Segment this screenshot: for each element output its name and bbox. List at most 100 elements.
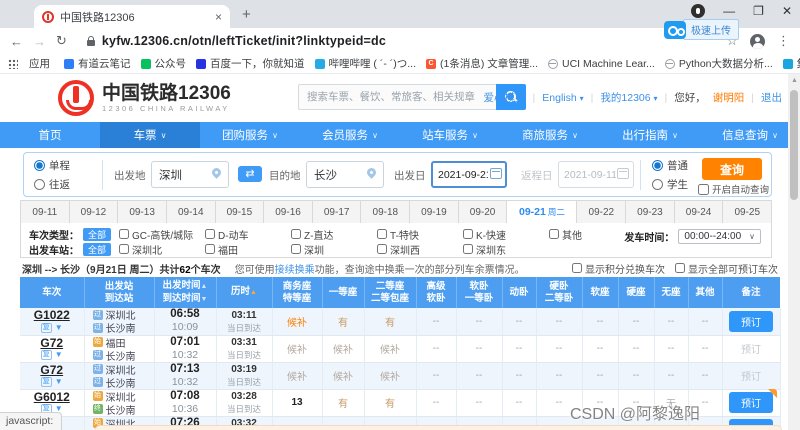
new-tab-button[interactable]: + xyxy=(242,6,251,23)
trip-round-input[interactable] xyxy=(34,179,45,190)
sort-desc-icon[interactable]: ▼ xyxy=(201,296,208,303)
auto-query-checkbox[interactable]: 开启自动查询 xyxy=(698,182,769,196)
care-mode-link[interactable]: 爱心模式 xyxy=(484,90,526,105)
apps-grid-icon[interactable] xyxy=(8,59,18,69)
nav-item-团购服务[interactable]: 团购服务∨ xyxy=(200,122,300,148)
train-type-input[interactable] xyxy=(119,229,129,239)
station-input[interactable] xyxy=(463,244,473,254)
bookmark-item[interactable]: C(1条消息) 文章管理... xyxy=(421,56,543,71)
train-type-checkbox[interactable]: K-快速 xyxy=(463,227,549,242)
language-link[interactable]: English ▾ xyxy=(542,92,583,104)
sort-asc-icon[interactable]: ▲ xyxy=(250,289,257,296)
station-checkbox[interactable]: 深圳西 xyxy=(377,242,463,257)
station-input[interactable] xyxy=(205,244,215,254)
date-tab-09-21[interactable]: 09-21周二 xyxy=(507,200,577,224)
window-close-button[interactable]: ✕ xyxy=(782,4,792,18)
date-tab-09-22[interactable]: 09-22 xyxy=(577,200,626,224)
date-tab-09-11[interactable]: 09-11 xyxy=(20,200,70,224)
train-number-link[interactable]: G1022 xyxy=(20,309,84,322)
date-tab-09-25[interactable]: 09-25 xyxy=(723,200,772,224)
student-radio[interactable]: 学生 xyxy=(652,175,688,194)
book-button[interactable]: 预订 xyxy=(729,392,773,413)
url-omnibox[interactable]: kyfw.12306.cn/otn/leftTicket/init?linkty… xyxy=(77,31,716,51)
apps-label[interactable]: 应用 xyxy=(24,56,55,71)
bookmark-item[interactable]: 哔哩哔哩 ( ´- ´)つ... xyxy=(310,56,422,71)
nav-item-首页[interactable]: 首页 xyxy=(0,122,100,148)
trip-single-radio[interactable]: 单程 xyxy=(34,156,70,175)
normal-radio[interactable]: 普通 xyxy=(652,156,688,175)
train-type-input[interactable] xyxy=(549,229,559,239)
train-type-checkbox[interactable]: D-动车 xyxy=(205,227,291,242)
calendar-icon[interactable] xyxy=(490,168,502,179)
train-type-input[interactable] xyxy=(377,229,387,239)
train-type-checkbox[interactable]: 其他 xyxy=(549,227,635,242)
forward-icon[interactable]: → xyxy=(33,34,46,49)
date-tab-09-14[interactable]: 09-14 xyxy=(167,200,216,224)
train-type-all-badge[interactable]: 全部 xyxy=(83,228,111,241)
date-tab-09-17[interactable]: 09-17 xyxy=(313,200,362,224)
show-all-checkbox[interactable]: 显示全部可预订车次 xyxy=(675,261,778,276)
reload-icon[interactable]: ↻ xyxy=(56,33,67,49)
bookmark-item[interactable]: 百度一下，你就知道 xyxy=(191,56,310,71)
train-number-link[interactable]: G72 xyxy=(20,364,84,377)
station-checkbox[interactable]: 深圳北 xyxy=(119,242,205,257)
train-type-input[interactable] xyxy=(205,229,215,239)
station-checkbox[interactable]: 深圳 xyxy=(291,242,377,257)
date-tab-09-18[interactable]: 09-18 xyxy=(361,200,410,224)
transfer-link[interactable]: 接续换乘 xyxy=(275,265,315,276)
browser-tab[interactable]: 中国铁路12306 × xyxy=(34,5,230,28)
nav-item-信息查询[interactable]: 信息查询∨ xyxy=(700,122,800,148)
points-exchange-input[interactable] xyxy=(572,263,582,273)
swap-cities-button[interactable]: ⇄ xyxy=(238,166,262,182)
bookmark-item[interactable]: Python大数据分析... xyxy=(660,56,778,71)
bookmark-item[interactable]: UCI Machine Lear... xyxy=(543,58,660,70)
points-exchange-checkbox[interactable]: 显示积分兑换车次 xyxy=(572,261,665,276)
netdisk-extension-icon[interactable] xyxy=(664,21,686,39)
nav-item-车票[interactable]: 车票∨ xyxy=(100,122,200,148)
station-checkbox[interactable]: 深圳东 xyxy=(463,242,549,257)
show-all-input[interactable] xyxy=(675,263,685,273)
scrollbar-thumb[interactable] xyxy=(790,90,798,200)
sort-asc-icon[interactable]: ▲ xyxy=(201,283,208,290)
station-input[interactable] xyxy=(119,244,129,254)
auto-query-input[interactable] xyxy=(698,184,709,195)
scroll-up-icon[interactable]: ▲ xyxy=(791,77,798,84)
page-url[interactable]: kyfw.12306.cn/otn/leftTicket/init?linkty… xyxy=(102,34,386,48)
nav-item-站车服务[interactable]: 站车服务∨ xyxy=(400,122,500,148)
train-type-input[interactable] xyxy=(291,229,301,239)
station-input[interactable] xyxy=(377,244,387,254)
bookmark-item[interactable]: 集成学习：XGBoo... xyxy=(778,56,800,71)
expand-caret-icon[interactable]: ▼ xyxy=(55,351,63,359)
date-tab-09-23[interactable]: 09-23 xyxy=(626,200,675,224)
train-number-link[interactable]: G6012 xyxy=(20,391,84,404)
normal-input[interactable] xyxy=(652,160,663,171)
bookmark-item[interactable]: 有道云笔记 xyxy=(59,56,136,71)
date-tab-09-20[interactable]: 09-20 xyxy=(459,200,508,224)
train-type-checkbox[interactable]: GC-高铁/城际 xyxy=(119,227,205,242)
profile-badge-icon[interactable] xyxy=(691,4,705,18)
nav-item-商旅服务[interactable]: 商旅服务∨ xyxy=(500,122,600,148)
train-type-checkbox[interactable]: Z-直达 xyxy=(291,227,377,242)
station-all-badge[interactable]: 全部 xyxy=(83,243,111,256)
logout-link[interactable]: 退出 xyxy=(761,90,782,105)
book-button[interactable]: 预订 xyxy=(729,311,773,332)
browser-menu-icon[interactable]: ⋮ xyxy=(777,33,790,49)
station-input[interactable] xyxy=(291,244,301,254)
train-type-checkbox[interactable]: T-特快 xyxy=(377,227,463,242)
window-maximize-button[interactable]: ❐ xyxy=(753,4,764,18)
page-scrollbar[interactable]: ▲ xyxy=(788,74,800,430)
depart-time-select[interactable]: 00:00--24:00∨ xyxy=(678,229,761,244)
date-tab-09-12[interactable]: 09-12 xyxy=(70,200,119,224)
date-tab-09-16[interactable]: 09-16 xyxy=(264,200,313,224)
date-tab-09-15[interactable]: 09-15 xyxy=(216,200,265,224)
expand-caret-icon[interactable]: ▼ xyxy=(55,378,63,386)
query-button[interactable]: 查询 xyxy=(702,158,762,180)
username-link[interactable]: 谢明阳 xyxy=(713,90,745,105)
trip-round-radio[interactable]: 往返 xyxy=(34,175,70,194)
date-tab-09-19[interactable]: 09-19 xyxy=(410,200,459,224)
window-minimize-button[interactable]: — xyxy=(723,4,735,18)
train-number-link[interactable]: G72 xyxy=(20,337,84,350)
my12306-link[interactable]: 我的12306 ▾ xyxy=(600,90,657,105)
back-icon[interactable]: ← xyxy=(10,34,23,49)
tab-close-icon[interactable]: × xyxy=(215,10,222,24)
